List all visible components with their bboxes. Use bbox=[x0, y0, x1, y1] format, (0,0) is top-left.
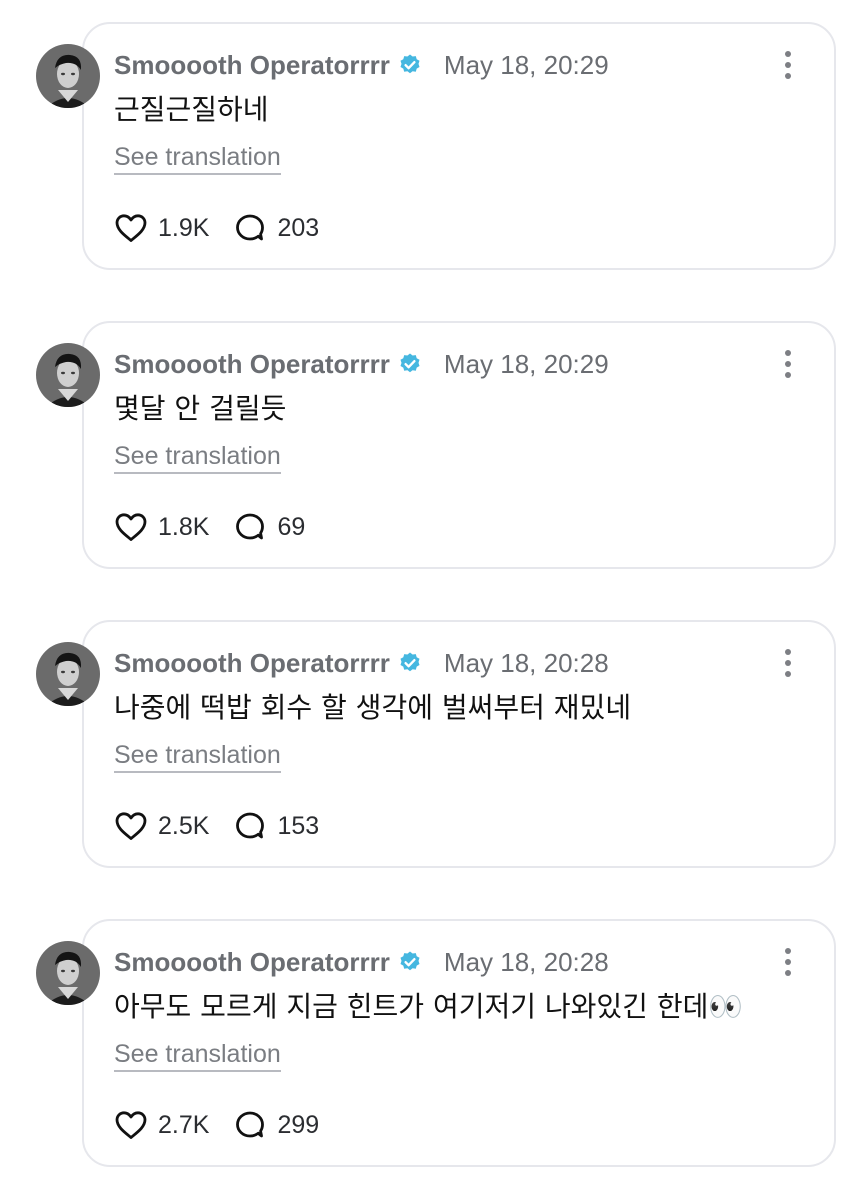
like-button[interactable]: 2.7K bbox=[114, 1110, 209, 1140]
more-options-button[interactable] bbox=[780, 347, 796, 381]
comment-count: 69 bbox=[277, 512, 306, 541]
post-header: Smooooth Operatorrrr May 18, 20:28 bbox=[114, 646, 609, 680]
post-card[interactable]: Smooooth Operatorrrr May 18, 20:28 나중에 떡… bbox=[36, 620, 836, 868]
post-timestamp: May 18, 20:28 bbox=[443, 647, 609, 678]
comment-bubble-icon bbox=[236, 1111, 265, 1138]
post-actions: 2.5K 153 bbox=[114, 808, 343, 844]
comment-bubble-icon bbox=[236, 513, 265, 540]
more-options-button[interactable] bbox=[780, 48, 796, 82]
post-text: 몇달 안 걸릴듯 bbox=[114, 392, 287, 425]
post-timestamp: May 18, 20:29 bbox=[443, 348, 609, 379]
see-translation-link[interactable]: See translation bbox=[114, 441, 281, 474]
author-name[interactable]: Smooooth Operatorrrr bbox=[114, 50, 390, 81]
more-vertical-icon bbox=[785, 51, 791, 79]
author-name[interactable]: Smooooth Operatorrrr bbox=[114, 349, 390, 380]
verified-badge-icon bbox=[398, 53, 422, 77]
comment-count: 299 bbox=[277, 1110, 320, 1139]
like-count: 2.5K bbox=[158, 811, 210, 840]
see-translation-link[interactable]: See translation bbox=[114, 740, 281, 773]
more-vertical-icon bbox=[785, 350, 791, 378]
more-options-button[interactable] bbox=[780, 945, 796, 979]
post-timestamp: May 18, 20:29 bbox=[443, 49, 609, 80]
more-options-button[interactable] bbox=[780, 646, 796, 680]
comment-bubble-icon bbox=[236, 214, 265, 241]
verified-badge-icon bbox=[398, 352, 422, 376]
comment-count: 153 bbox=[277, 811, 320, 840]
avatar[interactable] bbox=[36, 941, 100, 1005]
like-count: 2.7K bbox=[158, 1110, 210, 1139]
heart-icon bbox=[115, 812, 147, 840]
post-text: 아무도 모르게 지금 힌트가 여기저기 나와있긴 한데👀 bbox=[114, 990, 744, 1023]
avatar[interactable] bbox=[36, 44, 100, 108]
post-actions: 2.7K 299 bbox=[114, 1107, 343, 1143]
heart-icon bbox=[115, 1111, 147, 1139]
post-text: 근질근질하네 bbox=[114, 93, 269, 126]
post-feed: Smooooth Operatorrrr May 18, 20:29 근질근질하… bbox=[0, 0, 862, 1200]
post-card[interactable]: Smooooth Operatorrrr May 18, 20:28 아무도 모… bbox=[36, 919, 836, 1167]
post-timestamp: May 18, 20:28 bbox=[443, 946, 609, 977]
avatar[interactable] bbox=[36, 343, 100, 407]
post-text: 나중에 떡밥 회수 할 생각에 벌써부터 재밌네 bbox=[114, 691, 632, 724]
like-count: 1.9K bbox=[158, 213, 210, 242]
heart-icon bbox=[115, 214, 147, 242]
comment-button[interactable]: 299 bbox=[233, 1109, 319, 1141]
comment-bubble-icon bbox=[236, 812, 265, 839]
post-actions: 1.8K 69 bbox=[114, 509, 329, 545]
author-name[interactable]: Smooooth Operatorrrr bbox=[114, 947, 390, 978]
post-header: Smooooth Operatorrrr May 18, 20:29 bbox=[114, 48, 609, 82]
like-button[interactable]: 1.9K bbox=[114, 213, 209, 243]
comment-button[interactable]: 69 bbox=[233, 511, 305, 543]
more-vertical-icon bbox=[785, 948, 791, 976]
post-card[interactable]: Smooooth Operatorrrr May 18, 20:29 몇달 안 … bbox=[36, 321, 836, 569]
verified-badge-icon bbox=[398, 651, 422, 675]
like-count: 1.8K bbox=[158, 512, 210, 541]
like-button[interactable]: 2.5K bbox=[114, 811, 209, 841]
comment-count: 203 bbox=[277, 213, 320, 242]
post-header: Smooooth Operatorrrr May 18, 20:28 bbox=[114, 945, 609, 979]
comment-button[interactable]: 153 bbox=[233, 810, 319, 842]
see-translation-link[interactable]: See translation bbox=[114, 142, 281, 175]
comment-button[interactable]: 203 bbox=[233, 212, 319, 244]
post-actions: 1.9K 203 bbox=[114, 210, 343, 246]
avatar[interactable] bbox=[36, 642, 100, 706]
author-name[interactable]: Smooooth Operatorrrr bbox=[114, 648, 390, 679]
post-header: Smooooth Operatorrrr May 18, 20:29 bbox=[114, 347, 609, 381]
verified-badge-icon bbox=[398, 950, 422, 974]
heart-icon bbox=[115, 513, 147, 541]
see-translation-link[interactable]: See translation bbox=[114, 1039, 281, 1072]
more-vertical-icon bbox=[785, 649, 791, 677]
like-button[interactable]: 1.8K bbox=[114, 512, 209, 542]
post-card[interactable]: Smooooth Operatorrrr May 18, 20:29 근질근질하… bbox=[36, 22, 836, 270]
